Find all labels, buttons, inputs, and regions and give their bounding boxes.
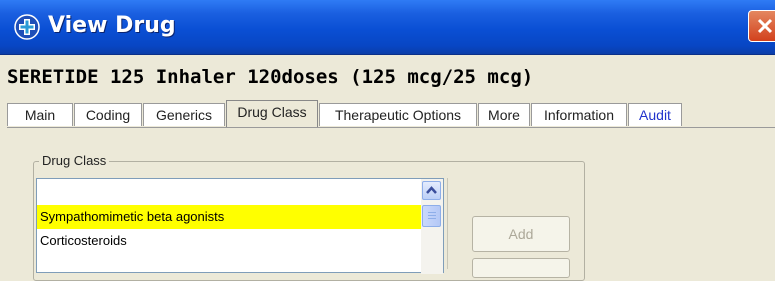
grip-line: [428, 218, 436, 219]
grip-line: [428, 212, 436, 213]
tab-more[interactable]: More: [478, 103, 530, 126]
scroll-thumb[interactable]: [422, 205, 441, 227]
title-bar[interactable]: View Drug: [0, 0, 775, 55]
list-item-corticosteroids[interactable]: Corticosteroids: [37, 229, 421, 253]
drug-name-heading: SERETIDE 125 Inhaler 120doses (125 mcg/2…: [7, 66, 534, 88]
tab-therapeutic-options[interactable]: Therapeutic Options: [319, 103, 477, 126]
drug-class-list[interactable]: Sympathomimetic beta agonists Corticoste…: [36, 178, 444, 274]
scroll-up-button[interactable]: [422, 181, 441, 200]
close-button[interactable]: [748, 10, 775, 42]
close-icon: [757, 18, 773, 34]
tab-information[interactable]: Information: [531, 103, 627, 126]
list-header-row: [37, 179, 421, 205]
list-scrollbar[interactable]: [421, 179, 443, 274]
drug-class-group-title: Drug Class: [39, 153, 110, 168]
tab-coding[interactable]: Coding: [74, 103, 142, 126]
chevron-up-icon: [426, 186, 437, 194]
tab-generics[interactable]: Generics: [143, 103, 225, 126]
tab-drug-class[interactable]: Drug Class: [226, 100, 318, 127]
tab-strip: Main Coding Generics Drug Class Therapeu…: [7, 100, 775, 128]
add-button[interactable]: Add: [472, 216, 570, 252]
grip-line: [428, 215, 436, 216]
divider-line: [447, 178, 448, 269]
remove-button[interactable]: [472, 258, 570, 278]
cross-medical-icon: [14, 14, 40, 40]
tab-main[interactable]: Main: [7, 103, 73, 126]
tab-audit[interactable]: Audit: [628, 103, 682, 126]
list-item-sympathomimetic[interactable]: Sympathomimetic beta agonists: [37, 205, 421, 229]
window-title: View Drug: [48, 13, 176, 38]
